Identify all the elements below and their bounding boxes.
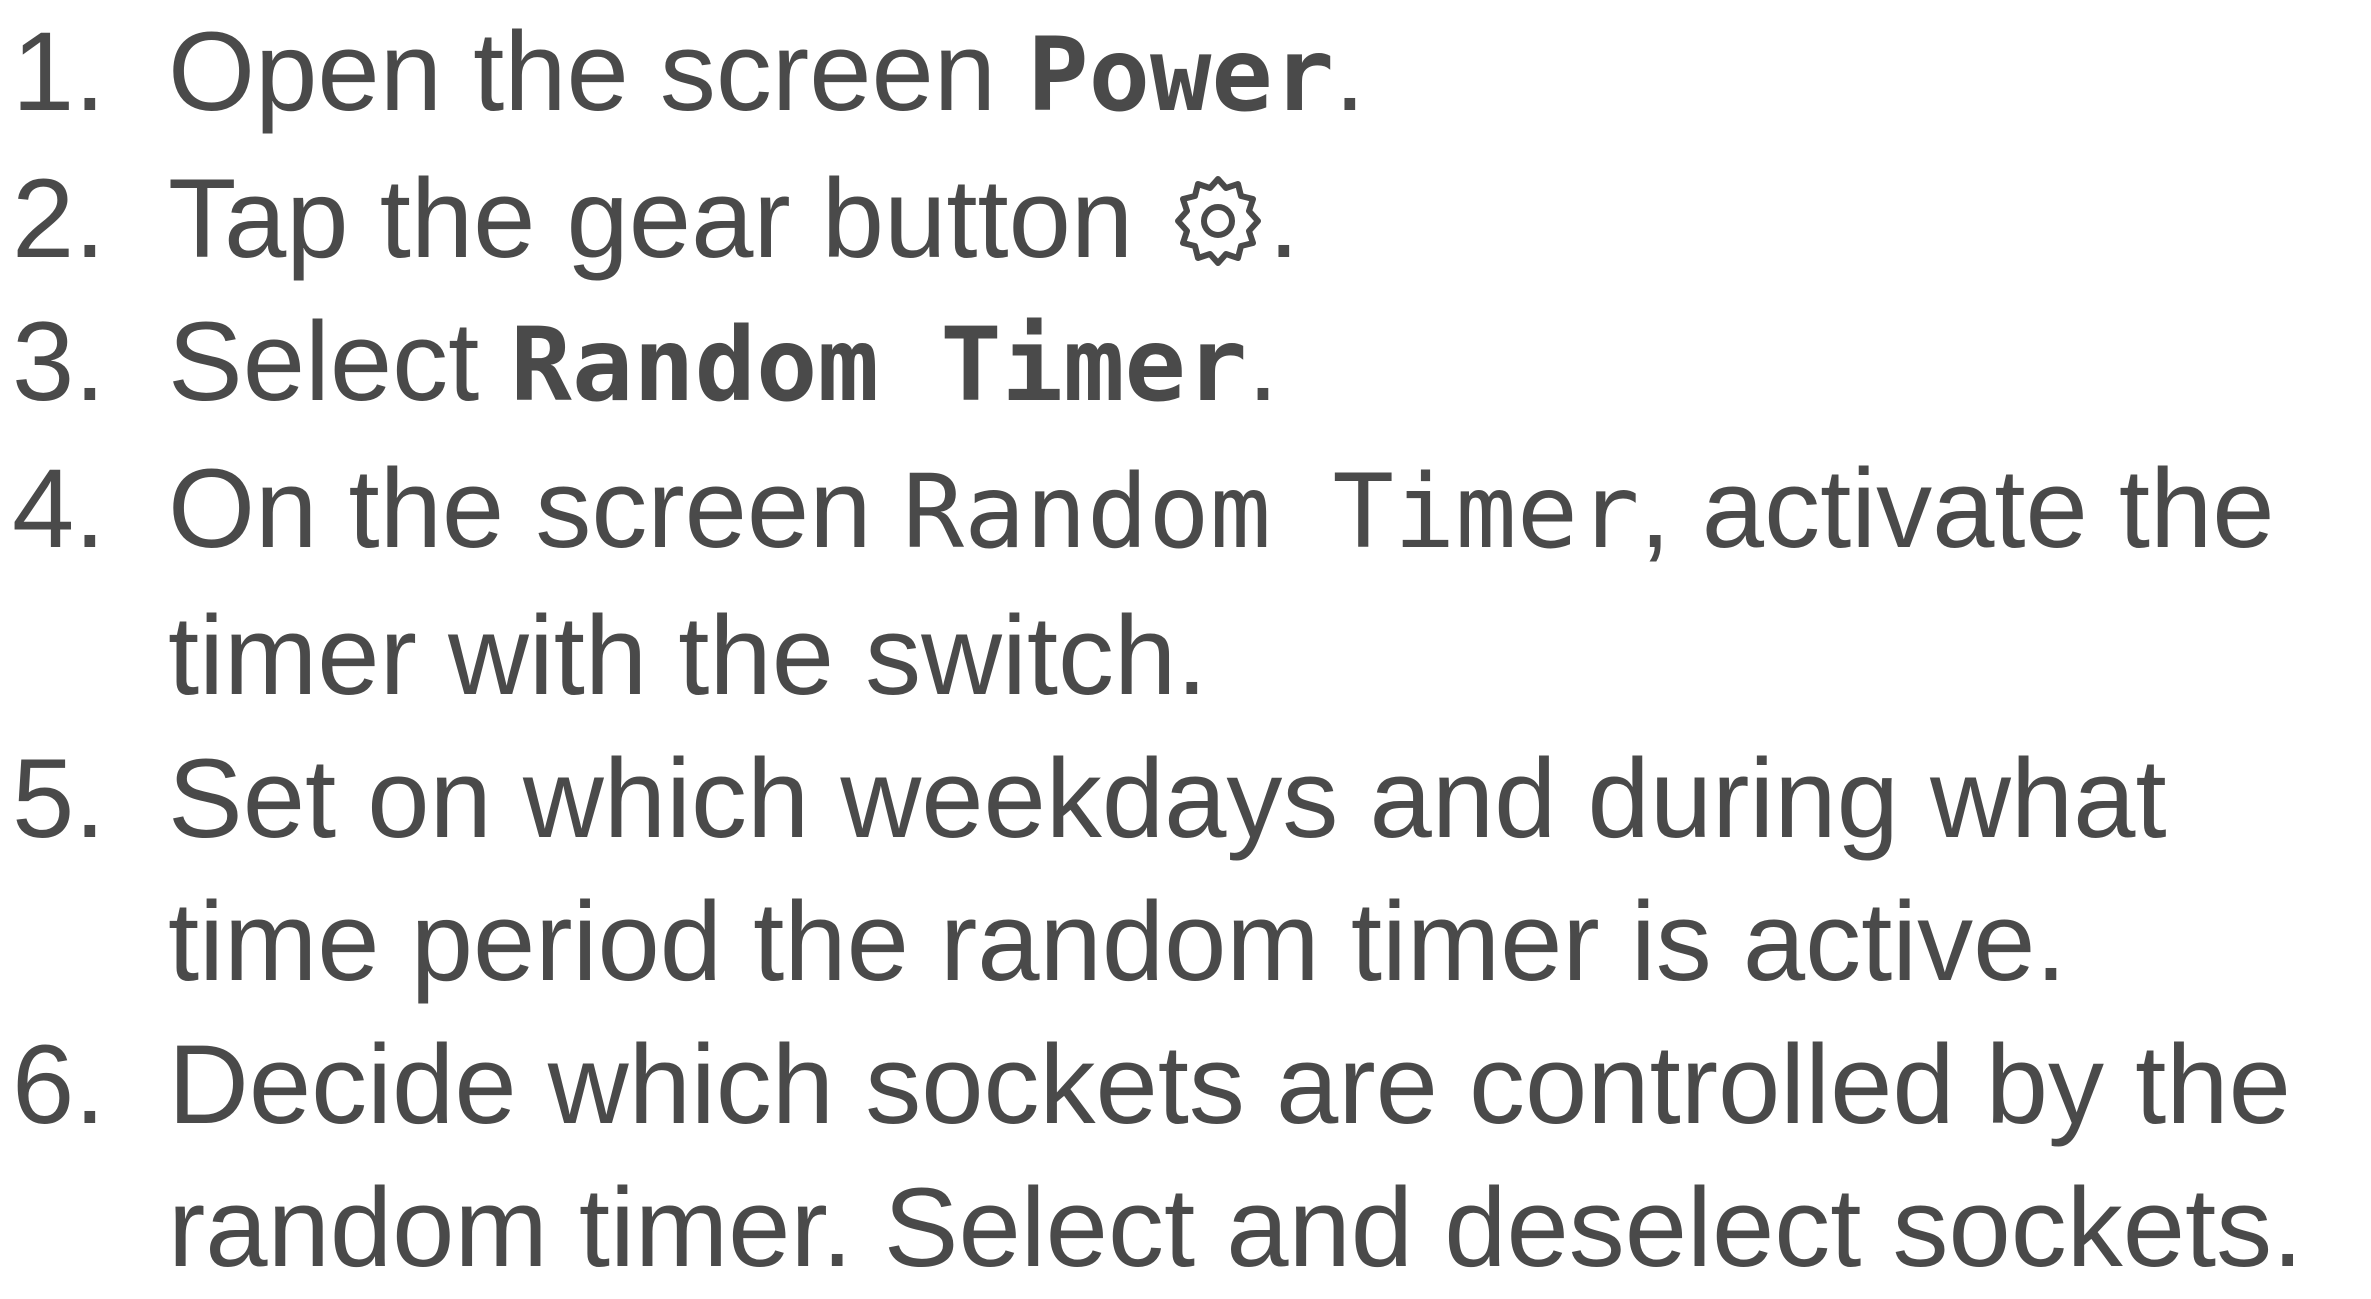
step-5: 5. Set on which weekdays and during what… xyxy=(0,727,2371,1013)
step-text-end: . xyxy=(1247,299,1279,424)
menu-item-name: Random Timer xyxy=(510,306,1248,425)
step-number: 5. xyxy=(12,736,106,861)
step-number: 2. xyxy=(12,156,106,281)
step-text-end: . xyxy=(1268,156,1300,281)
step-number: 1. xyxy=(12,9,106,134)
step-text-end: . xyxy=(1334,9,1366,134)
step-3: 3. Select Random Timer. xyxy=(0,290,2371,437)
step-number: 4. xyxy=(12,446,106,571)
screen-name: Power xyxy=(1027,16,1335,135)
step-text: On the screen xyxy=(168,446,903,571)
step-6: 6. Decide which sockets are controlled b… xyxy=(0,1013,2371,1299)
step-text: Decide which sockets are controlled by t… xyxy=(168,1022,2304,1290)
step-number: 6. xyxy=(12,1022,106,1147)
step-text: Select xyxy=(168,299,511,424)
instruction-list: 1. Open the screen Power. 2. Tap the gea… xyxy=(0,0,2371,1299)
step-2: 2. Tap the gear button . xyxy=(0,147,2371,290)
step-text: Tap the gear button xyxy=(168,156,1165,281)
screen-name: Random Timer xyxy=(902,453,1640,572)
step-4: 4. On the screen Random Timer, activate … xyxy=(0,437,2371,727)
step-1: 1. Open the screen Power. xyxy=(0,0,2371,147)
gear-icon xyxy=(1168,171,1268,271)
step-number: 3. xyxy=(12,299,106,424)
step-text: Set on which weekdays and during what ti… xyxy=(168,736,2167,1004)
step-text: Open the screen xyxy=(168,9,1028,134)
